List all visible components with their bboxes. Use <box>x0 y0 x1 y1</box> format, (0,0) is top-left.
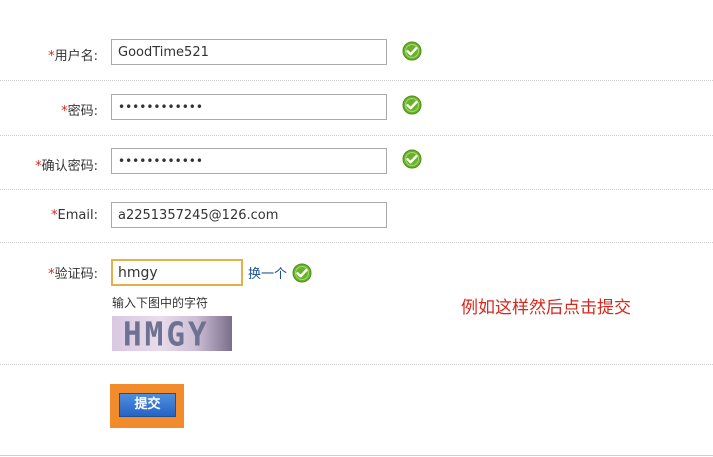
row-divider <box>0 364 713 365</box>
confirm-password-input[interactable] <box>111 148 387 174</box>
email-row: *Email: <box>0 190 713 243</box>
check-circle-icon <box>402 95 422 115</box>
email-label: *Email: <box>51 208 98 223</box>
check-circle-icon <box>292 263 312 283</box>
captcha-label: *验证码: <box>48 267 98 282</box>
password-row: *密码: <box>0 81 713 136</box>
confirm-password-row: *确认密码: <box>0 136 713 190</box>
submit-button[interactable]: 提交 <box>119 393 176 417</box>
username-input[interactable] <box>111 39 387 65</box>
bottom-divider <box>0 455 713 456</box>
password-label: *密码: <box>61 104 98 119</box>
confirm-password-label: *确认密码: <box>35 159 98 174</box>
username-label: *用户名: <box>48 49 98 64</box>
instruction-annotation: 例如这样然后点击提交 <box>461 298 631 318</box>
captcha-image-text: HMGY <box>123 316 210 351</box>
check-circle-icon <box>402 149 422 169</box>
email-input[interactable] <box>111 202 387 228</box>
captcha-hint: 输入下图中的字符 <box>112 296 209 310</box>
change-captcha-link[interactable]: 换一个 <box>248 263 287 282</box>
check-circle-icon <box>402 41 422 61</box>
captcha-input[interactable] <box>111 259 243 286</box>
submit-highlight: 提交 <box>110 384 184 428</box>
username-row: *用户名: <box>0 27 713 81</box>
password-input[interactable] <box>111 94 387 120</box>
captcha-image[interactable]: HMGY <box>112 316 232 351</box>
